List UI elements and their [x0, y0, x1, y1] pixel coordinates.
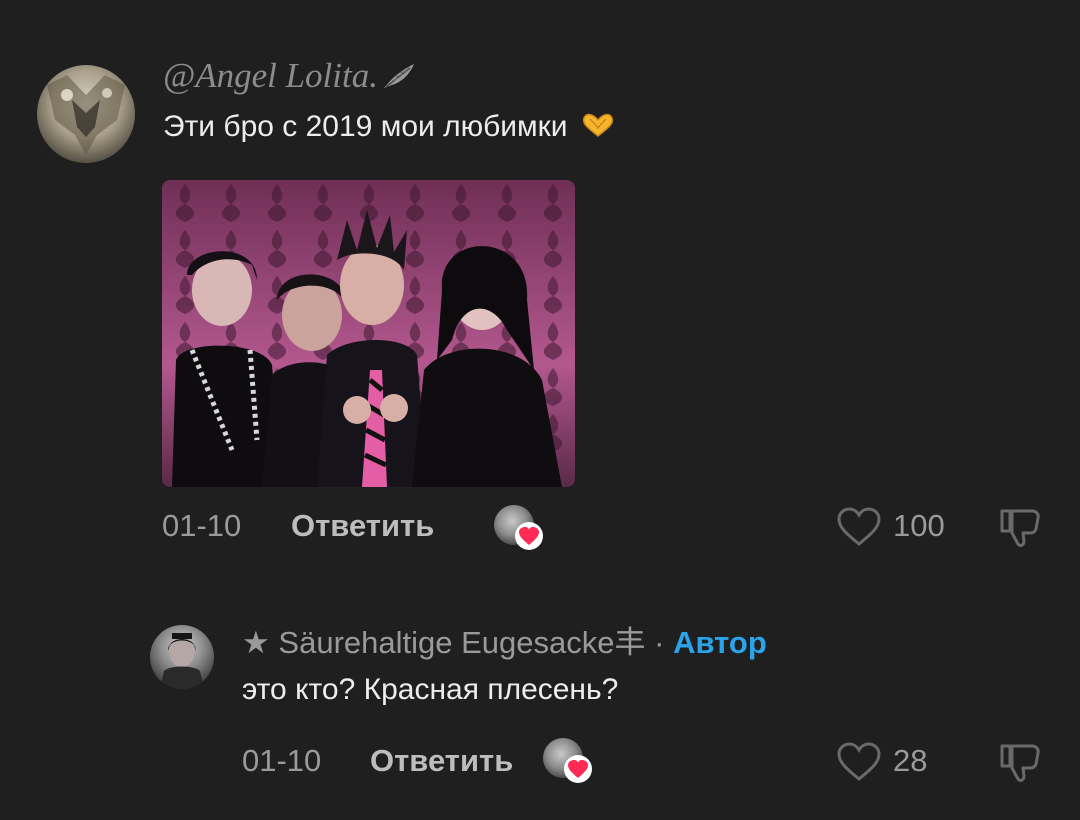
- commenter-avatar[interactable]: [37, 65, 135, 163]
- reply-heart-outline-icon[interactable]: [836, 741, 882, 783]
- comment-date: 01-10: [162, 508, 242, 543]
- separator-dot: ·: [654, 625, 665, 660]
- creator-liked-heart-icon: [515, 522, 543, 550]
- author-tag: Автор: [673, 625, 767, 660]
- attached-photo[interactable]: [162, 180, 575, 487]
- reply-like-count: 28: [893, 743, 928, 778]
- reply-thumbs-down-icon[interactable]: [998, 740, 1044, 786]
- reply-commenter-avatar[interactable]: [150, 625, 214, 689]
- comment-text: Эти бро с 2019 мои любимки: [163, 110, 618, 144]
- reply-creator-liked-heart-icon: [564, 755, 592, 783]
- pinned-star-icon: ★: [242, 625, 270, 660]
- heart-outline-icon[interactable]: [836, 506, 882, 548]
- like-count: 100: [893, 508, 945, 543]
- reply-creator-liked-badge: [543, 738, 595, 784]
- creator-liked-badge: [494, 505, 546, 551]
- feather-icon: [383, 64, 414, 88]
- reply-username-line: ★ Säurehaltige Eugesacke丰 · Автор: [242, 617, 767, 662]
- comment-username[interactable]: @Angel Lolita.: [163, 56, 418, 96]
- heart-hands-icon: [582, 113, 613, 137]
- reply-text: это кто? Красная плесень?: [242, 673, 619, 706]
- reply-button[interactable]: Ответить: [291, 508, 434, 544]
- reply-date: 01-10: [242, 743, 322, 778]
- reply-reply-button[interactable]: Ответить: [370, 743, 513, 779]
- reply-username[interactable]: Säurehaltige Eugesacke丰: [278, 625, 645, 660]
- thumbs-down-icon[interactable]: [998, 505, 1044, 551]
